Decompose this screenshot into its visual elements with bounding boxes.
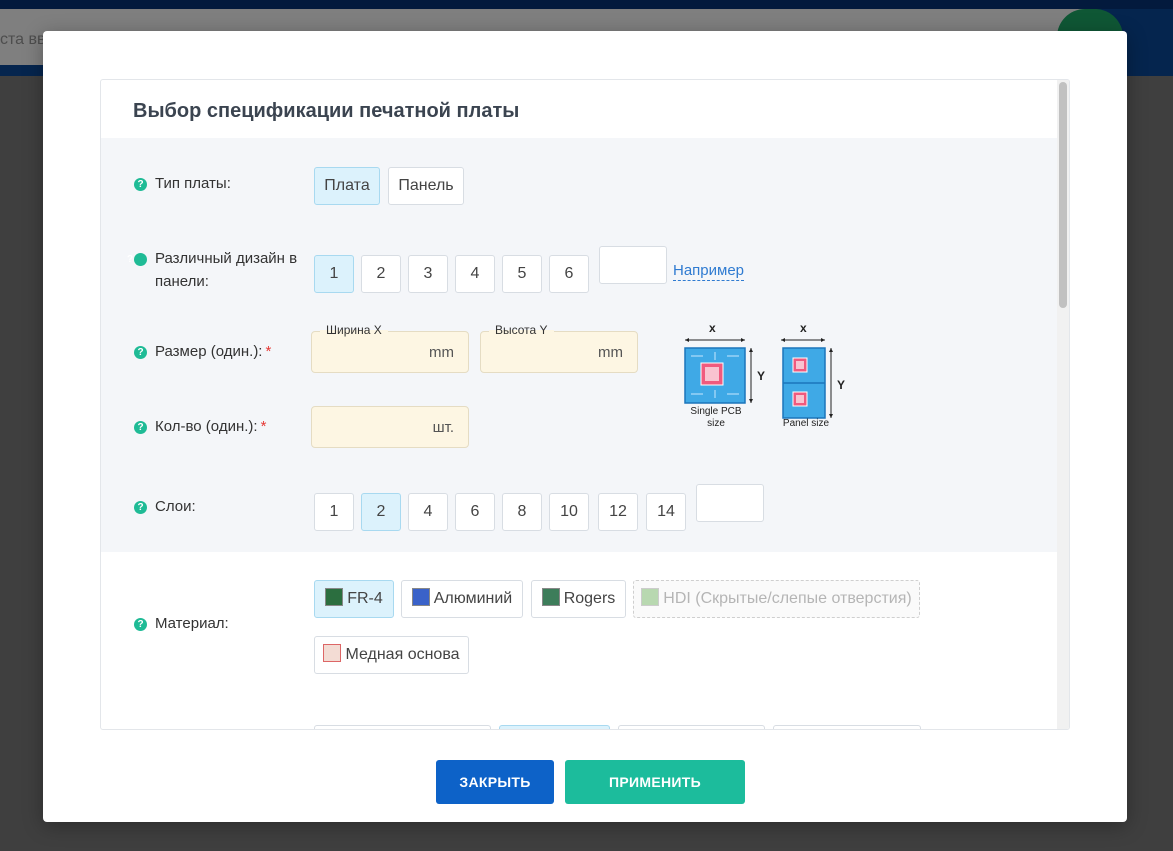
quantity-field[interactable]: шт. — [311, 406, 469, 448]
board-type-label: ? Тип платы: — [134, 172, 231, 195]
designs-option-2[interactable]: 2 — [361, 255, 401, 293]
diagram-single-label-2: size — [707, 418, 725, 429]
size-diagram: x Y x Y Single PCB size Panel size — [679, 321, 849, 431]
diagram-panel-label: Panel size — [782, 418, 830, 429]
layers-custom-input[interactable] — [696, 484, 764, 522]
designs-option-3[interactable]: 3 — [408, 255, 448, 293]
board-type-option-board[interactable]: Плата — [314, 167, 380, 205]
diagram-single-label-1: Single PCB — [690, 406, 742, 417]
next-row-option[interactable] — [314, 725, 491, 729]
required-mark: * — [260, 418, 267, 435]
material-option-fr4[interactable]: FR-4 — [314, 580, 394, 618]
panel-scrollbar[interactable] — [1057, 80, 1069, 729]
help-icon[interactable]: ? — [134, 501, 147, 514]
help-icon[interactable]: ? — [134, 421, 147, 434]
layers-option-1[interactable]: 1 — [314, 493, 354, 531]
material-aluminum-label: Алюминий — [433, 590, 513, 607]
close-button[interactable]: ЗАКРЫТЬ — [436, 760, 554, 804]
designs-label-text: Различный дизайн в панели: — [155, 250, 298, 290]
next-row-option[interactable] — [773, 725, 921, 729]
panel-title: Выбор спецификации печатной платы — [133, 100, 520, 122]
spec-panel: Выбор спецификации печатной платы ? Тип п… — [100, 79, 1070, 730]
layers-label: ? Слои: — [134, 495, 196, 518]
designs-option-1[interactable]: 1 — [314, 255, 354, 293]
apply-button[interactable]: ПРИМЕНИТЬ — [565, 760, 745, 804]
height-unit: mm — [598, 344, 623, 361]
width-x-field[interactable]: Ширина X mm — [311, 323, 469, 373]
layers-option-8[interactable]: 8 — [502, 493, 542, 531]
layers-label-text: Слои: — [155, 498, 196, 515]
spec-area: ? Тип платы: Плата Панель ? Различный диза… — [101, 138, 1059, 552]
fr4-icon — [325, 588, 344, 606]
material-label-text: Материал: — [155, 615, 229, 632]
diagram-axis-y-panel: Y — [837, 378, 846, 392]
material-copper-label: Медная основа — [345, 646, 460, 663]
layers-option-14[interactable]: 14 — [646, 493, 686, 531]
required-mark: * — [265, 343, 272, 360]
aluminum-icon — [411, 588, 430, 606]
designs-custom-input[interactable] — [599, 246, 667, 284]
help-icon[interactable]: ? — [134, 618, 147, 631]
example-link[interactable]: Например — [673, 262, 745, 281]
designs-label: ? Различный дизайн в панели: — [127, 247, 334, 293]
material-option-copper[interactable]: Медная основа — [314, 636, 469, 674]
size-label: ? Размер (один.): * — [134, 340, 271, 363]
next-row-option[interactable] — [618, 725, 765, 729]
height-y-caption: Высота Y — [489, 323, 554, 337]
diagram-axis-y-single: Y — [757, 369, 766, 383]
board-type-option-panel[interactable]: Панель — [388, 167, 464, 205]
material-option-rogers[interactable]: Rogers — [531, 580, 626, 618]
help-icon[interactable]: ? — [134, 178, 147, 191]
diagram-axis-x-single: x — [709, 321, 716, 335]
quantity-label: ? Кол-во (один.): * — [134, 415, 266, 438]
pcb-spec-modal: Выбор спецификации печатной платы ? Тип п… — [43, 31, 1127, 822]
hdi-icon — [641, 588, 660, 606]
material-label: ? Материал: — [134, 612, 229, 635]
width-x-caption: Ширина X — [320, 323, 388, 337]
layers-option-4[interactable]: 4 — [408, 493, 448, 531]
layers-option-10[interactable]: 10 — [549, 493, 589, 531]
designs-option-4[interactable]: 4 — [455, 255, 495, 293]
help-icon[interactable]: ? — [134, 346, 147, 359]
help-icon[interactable]: ? — [127, 253, 147, 266]
width-unit: mm — [429, 344, 454, 361]
rogers-icon — [541, 588, 560, 606]
quantity-unit: шт. — [432, 419, 454, 436]
size-label-text: Размер (один.): — [155, 343, 263, 360]
copper-icon — [323, 644, 342, 662]
material-fr4-label: FR-4 — [347, 590, 383, 607]
diagram-axis-x-panel: x — [800, 321, 807, 335]
designs-option-6[interactable]: 6 — [549, 255, 589, 293]
height-y-field[interactable]: Высота Y mm — [480, 323, 638, 373]
scrollbar-thumb[interactable] — [1059, 82, 1067, 308]
material-option-aluminum[interactable]: Алюминий — [401, 580, 523, 618]
material-hdi-label: HDI (Скрытые/слепые отверстия) — [663, 590, 912, 607]
layers-option-6[interactable]: 6 — [455, 493, 495, 531]
material-rogers-label: Rogers — [563, 590, 616, 607]
material-option-hdi: HDI (Скрытые/слепые отверстия) — [633, 580, 920, 618]
layers-option-2[interactable]: 2 — [361, 493, 401, 531]
designs-option-5[interactable]: 5 — [502, 255, 542, 293]
quantity-label-text: Кол-во (один.): — [155, 418, 258, 435]
board-type-label-text: Тип платы: — [155, 175, 231, 192]
next-row-option[interactable] — [499, 725, 610, 729]
layers-option-12[interactable]: 12 — [598, 493, 638, 531]
